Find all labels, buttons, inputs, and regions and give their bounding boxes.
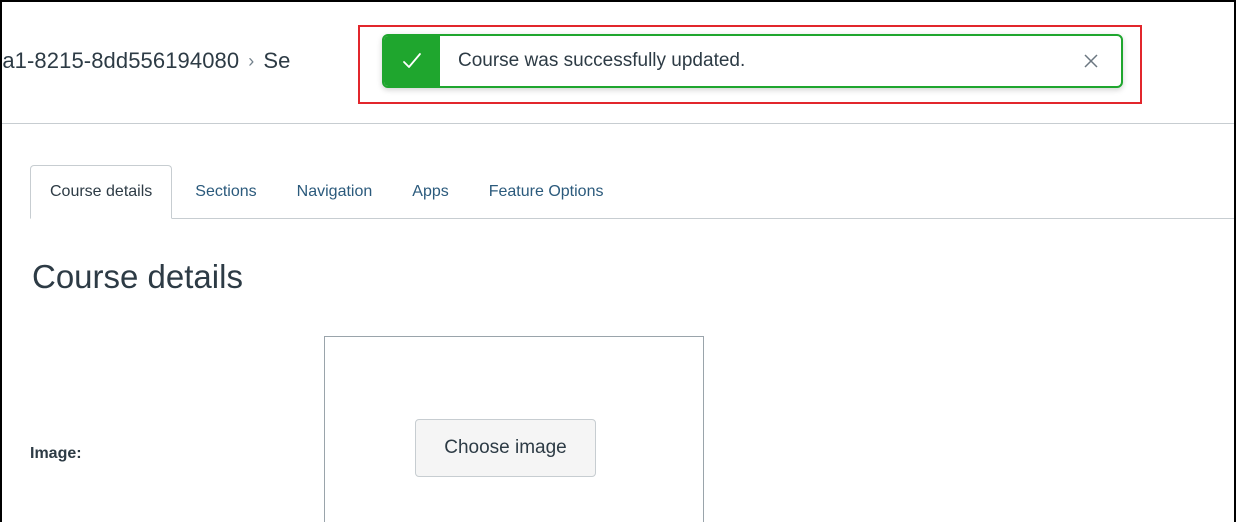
- settings-tabs: Course details Sections Navigation Apps …: [30, 164, 1234, 219]
- browser-frame: 3a1-8215-8dd556194080 › Se Course was su…: [0, 0, 1236, 522]
- choose-image-button[interactable]: Choose image: [415, 419, 596, 477]
- tab-apps[interactable]: Apps: [392, 166, 468, 218]
- tab-feature-options[interactable]: Feature Options: [469, 166, 624, 218]
- image-field-label: Image:: [30, 445, 82, 462]
- breadcrumb: 3a1-8215-8dd556194080 › Se: [2, 48, 290, 74]
- tab-navigation[interactable]: Navigation: [277, 166, 393, 218]
- tab-course-details[interactable]: Course details: [30, 165, 173, 219]
- breadcrumb-separator-icon: ›: [248, 50, 255, 71]
- tab-sections[interactable]: Sections: [172, 166, 276, 218]
- page-title: Course details: [32, 258, 243, 295]
- breadcrumb-current: Se: [263, 48, 291, 73]
- breadcrumb-course-link[interactable]: 3a1-8215-8dd556194080: [2, 48, 239, 74]
- annotation-highlight-box: [358, 25, 1142, 104]
